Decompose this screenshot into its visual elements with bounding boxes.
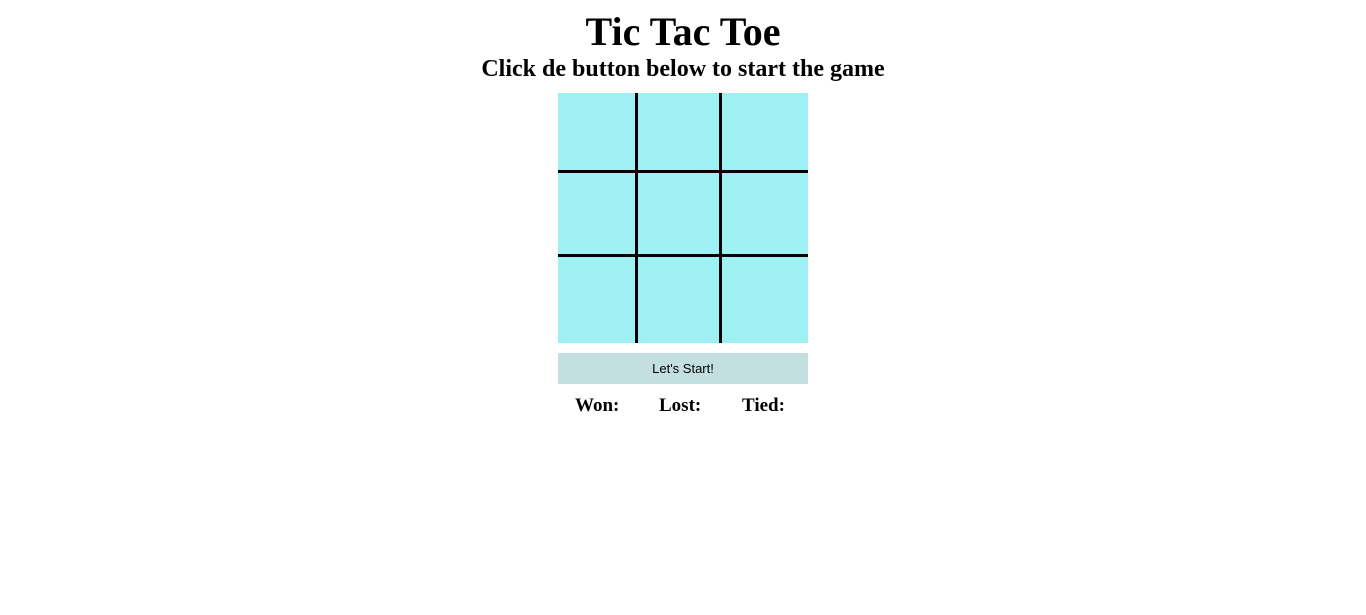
game-board — [558, 93, 808, 343]
page: Tic Tac Toe Click de button below to sta… — [0, 0, 1366, 615]
board-cell-2[interactable] — [638, 93, 722, 173]
score-lost: Lost: — [659, 394, 707, 418]
board-cell-1[interactable] — [558, 93, 638, 173]
page-subtitle: Click de button below to start the game — [481, 56, 885, 82]
board-cell-6[interactable] — [722, 173, 808, 257]
score-panel: Won: Lost: Tied: — [0, 394, 1366, 418]
lost-label: Lost: — [659, 395, 702, 416]
board-cell-3[interactable] — [722, 93, 808, 173]
board-cell-5[interactable] — [638, 173, 722, 257]
board-cell-4[interactable] — [558, 173, 638, 257]
score-won: Won: — [575, 394, 625, 418]
won-label: Won: — [575, 395, 620, 416]
start-game-button[interactable]: Let's Start! — [558, 353, 808, 384]
board-cell-7[interactable] — [558, 257, 638, 343]
score-tied: Tied: — [742, 394, 791, 418]
page-title: Tic Tac Toe — [585, 9, 781, 54]
board-cell-8[interactable] — [638, 257, 722, 343]
board-cell-9[interactable] — [722, 257, 808, 343]
tied-label: Tied: — [742, 395, 785, 416]
